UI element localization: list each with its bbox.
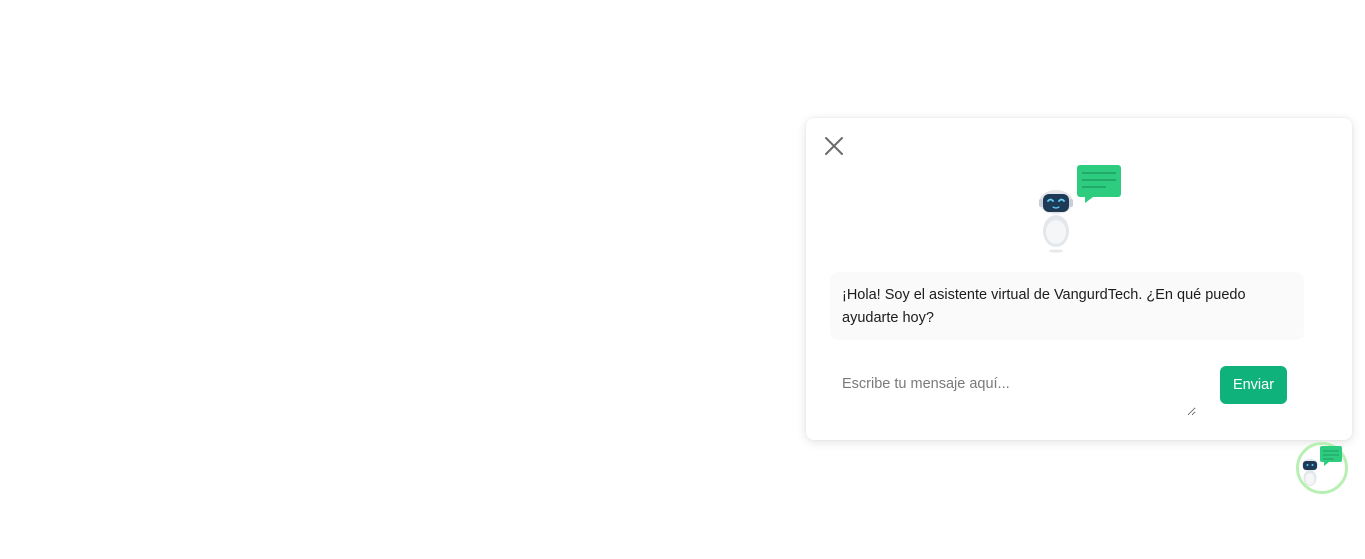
page: ¡Hola! Soy el asistente virtual de Vangu…: [0, 0, 1365, 559]
chatbot-robot-icon: [1034, 162, 1126, 254]
chat-window: ¡Hola! Soy el asistente virtual de Vangu…: [806, 118, 1352, 440]
chatbot-launcher-icon: [1302, 446, 1342, 486]
close-icon: [825, 137, 843, 155]
close-button[interactable]: [822, 134, 846, 158]
bot-message-text: ¡Hola! Soy el asistente virtual de Vangu…: [842, 287, 1246, 326]
send-button[interactable]: Enviar: [1220, 366, 1287, 404]
message-input[interactable]: [830, 366, 1196, 416]
chatbot-launcher-button[interactable]: [1296, 442, 1348, 494]
bot-message: ¡Hola! Soy el asistente virtual de Vangu…: [830, 272, 1304, 340]
